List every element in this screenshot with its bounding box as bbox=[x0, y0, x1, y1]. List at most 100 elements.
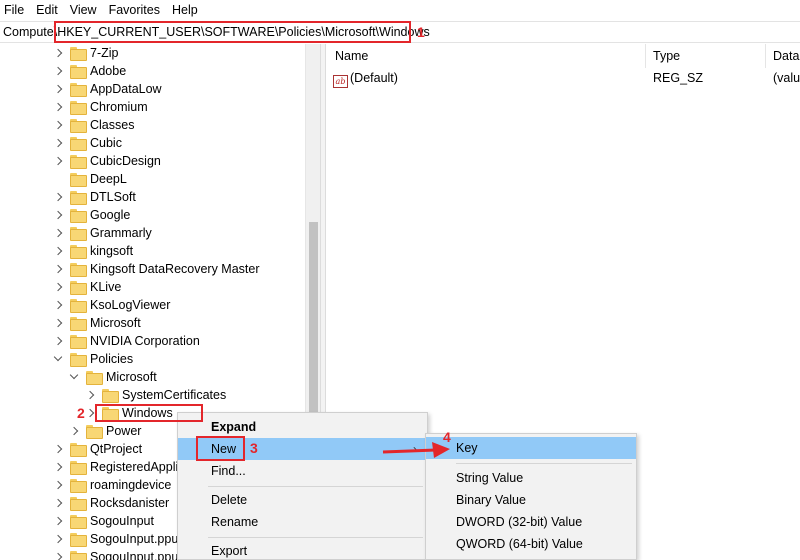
chevron-down-icon[interactable] bbox=[52, 353, 64, 365]
tree-item-kingsoft-datarecovery[interactable]: Kingsoft DataRecovery Master bbox=[52, 260, 260, 278]
tree-item-cubic[interactable]: Cubic bbox=[52, 134, 122, 152]
folder-icon bbox=[70, 155, 87, 169]
submenu-item-key[interactable]: Key bbox=[426, 437, 636, 459]
chevron-right-icon[interactable] bbox=[52, 461, 64, 473]
folder-icon bbox=[70, 83, 87, 97]
folder-icon bbox=[70, 209, 87, 223]
chevron-right-icon[interactable] bbox=[52, 83, 64, 95]
tree-item-rocksdanister[interactable]: Rocksdanister bbox=[52, 494, 169, 512]
submenu-item-binary-value[interactable]: Binary Value bbox=[426, 489, 636, 511]
tree-item-ksologviewer[interactable]: KsoLogViewer bbox=[52, 296, 170, 314]
chevron-right-icon[interactable] bbox=[52, 551, 64, 560]
context-menu: Expand New › Find... Delete Rename Export bbox=[177, 412, 428, 560]
chevron-right-icon[interactable] bbox=[52, 155, 64, 167]
tree-item-appdatalow[interactable]: AppDataLow bbox=[52, 80, 162, 98]
folder-icon bbox=[86, 371, 103, 385]
tree-item-sogouinput-ppup-2[interactable]: SogouInput.ppup bbox=[52, 548, 185, 560]
menu-view[interactable]: View bbox=[64, 0, 103, 21]
chevron-right-icon[interactable] bbox=[52, 245, 64, 257]
menu-help[interactable]: Help bbox=[166, 0, 204, 21]
chevron-right-icon[interactable] bbox=[52, 515, 64, 527]
tree-item-klive[interactable]: KLive bbox=[52, 278, 121, 296]
chevron-right-icon[interactable] bbox=[52, 191, 64, 203]
tree-item-power[interactable]: Power bbox=[68, 422, 141, 440]
tree-item-chromium[interactable]: Chromium bbox=[52, 98, 148, 116]
chevron-right-icon[interactable] bbox=[52, 281, 64, 293]
tree-item-microsoft[interactable]: Microsoft bbox=[52, 314, 141, 332]
chevron-right-icon[interactable] bbox=[52, 299, 64, 311]
tree-item-sogouinput-ppup[interactable]: SogouInput.ppup bbox=[52, 530, 185, 548]
submenu-item-dword-value[interactable]: DWORD (32-bit) Value bbox=[426, 511, 636, 533]
chevron-right-icon[interactable] bbox=[68, 425, 80, 437]
folder-icon bbox=[70, 551, 87, 560]
chevron-right-icon[interactable] bbox=[52, 335, 64, 347]
folder-icon bbox=[86, 425, 103, 439]
folder-icon bbox=[70, 65, 87, 79]
folder-icon bbox=[70, 479, 87, 493]
tree-item-policies[interactable]: Policies bbox=[52, 350, 133, 368]
folder-icon bbox=[70, 227, 87, 241]
menu-edit[interactable]: Edit bbox=[30, 0, 64, 21]
menu-favorites[interactable]: Favorites bbox=[103, 0, 166, 21]
tree-item-registeredapplications[interactable]: RegisteredApplic bbox=[52, 458, 185, 476]
chevron-right-icon[interactable] bbox=[52, 101, 64, 113]
tree-item-classes[interactable]: Classes bbox=[52, 116, 134, 134]
tree-scrollbar-thumb[interactable] bbox=[309, 222, 318, 416]
value-row-name[interactable]: ab (Default) bbox=[333, 68, 398, 88]
value-row-type: REG_SZ bbox=[653, 71, 704, 85]
tree-item-deepl[interactable]: DeepL bbox=[52, 170, 127, 188]
tree-item-kingsoft[interactable]: kingsoft bbox=[52, 242, 133, 260]
menu-file[interactable]: File bbox=[0, 0, 30, 21]
menu-item-delete[interactable]: Delete bbox=[178, 489, 427, 511]
chevron-down-icon[interactable] bbox=[68, 371, 80, 383]
tree-item-dtlsoft[interactable]: DTLSoft bbox=[52, 188, 136, 206]
folder-icon bbox=[70, 101, 87, 115]
chevron-right-icon[interactable] bbox=[52, 479, 64, 491]
folder-icon bbox=[70, 515, 87, 529]
chevron-right-icon[interactable] bbox=[52, 263, 64, 275]
menu-item-find[interactable]: Find... bbox=[178, 460, 427, 482]
tree-item-nvidia[interactable]: NVIDIA Corporation bbox=[52, 332, 200, 350]
tree-item-cubicdesign[interactable]: CubicDesign bbox=[52, 152, 161, 170]
address-prefix: Compute bbox=[3, 25, 54, 39]
chevron-right-icon[interactable] bbox=[52, 47, 64, 59]
tree-item-systemcertificates[interactable]: SystemCertificates bbox=[84, 386, 226, 404]
tree-item-roamingdevice[interactable]: roamingdevice bbox=[52, 476, 171, 494]
tree-item-sogouinput[interactable]: SogouInput bbox=[52, 512, 154, 530]
menu-bar: File Edit View Favorites Help bbox=[0, 0, 800, 21]
chevron-right-icon[interactable] bbox=[52, 137, 64, 149]
menu-item-expand[interactable]: Expand bbox=[178, 416, 427, 438]
menu-item-export[interactable]: Export bbox=[178, 540, 427, 560]
chevron-right-icon[interactable] bbox=[52, 119, 64, 131]
step1-label: 1 bbox=[417, 24, 425, 40]
tree-item-policies-microsoft[interactable]: Microsoft bbox=[68, 368, 157, 386]
folder-icon bbox=[70, 461, 87, 475]
submenu-item-qword-value[interactable]: QWORD (64-bit) Value bbox=[426, 533, 636, 555]
submenu-item-string-value[interactable]: String Value bbox=[426, 467, 636, 489]
tree-item-adobe[interactable]: Adobe bbox=[52, 62, 126, 80]
column-header-name[interactable]: Name bbox=[327, 44, 645, 68]
folder-icon bbox=[70, 317, 87, 331]
chevron-right-icon[interactable] bbox=[52, 443, 64, 455]
string-value-icon: ab bbox=[333, 75, 348, 88]
menu-item-rename[interactable]: Rename bbox=[178, 511, 427, 533]
chevron-right-icon[interactable] bbox=[52, 227, 64, 239]
chevron-right-icon[interactable] bbox=[52, 533, 64, 545]
tree-item-7zip[interactable]: 7-Zip bbox=[52, 44, 118, 62]
folder-icon bbox=[70, 497, 87, 511]
chevron-right-icon[interactable] bbox=[52, 209, 64, 221]
tree-item-grammarly[interactable]: Grammarly bbox=[52, 224, 152, 242]
folder-icon bbox=[70, 173, 87, 187]
tree-item-google[interactable]: Google bbox=[52, 206, 130, 224]
tree-item-qtproject[interactable]: QtProject bbox=[52, 440, 142, 458]
folder-icon bbox=[70, 533, 87, 547]
chevron-right-icon[interactable] bbox=[84, 389, 96, 401]
chevron-right-icon[interactable] bbox=[52, 497, 64, 509]
step3-label: 3 bbox=[250, 440, 258, 456]
column-header-data[interactable]: Data bbox=[765, 44, 800, 68]
column-header-type[interactable]: Type bbox=[645, 44, 765, 68]
chevron-right-icon[interactable] bbox=[52, 317, 64, 329]
chevron-right-icon[interactable] bbox=[52, 65, 64, 77]
folder-icon bbox=[70, 263, 87, 277]
step2-highlight-box bbox=[95, 404, 203, 422]
